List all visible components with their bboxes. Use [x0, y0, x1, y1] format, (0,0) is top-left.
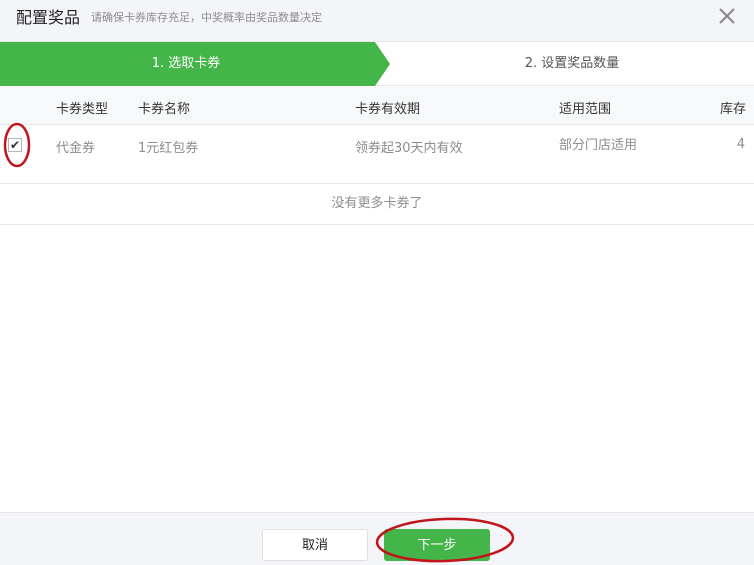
cell-stock: 4: [736, 137, 745, 152]
cancel-button[interactable]: 取消: [262, 529, 368, 561]
column-header-name: 卡券名称: [138, 102, 191, 117]
dialog-title: 配置奖品: [16, 8, 81, 27]
cell-validity: 领券起30天内有效: [355, 141, 463, 156]
dialog-subtitle: 请确保卡券库存充足，中奖概率由奖品数量决定: [91, 11, 322, 24]
step-select-coupon-label: 1. 选取卡券: [151, 56, 221, 71]
row-checkbox[interactable]: ✔: [8, 138, 22, 152]
dialog-header: 配置奖品 请确保卡券库存充足，中奖概率由奖品数量决定: [0, 0, 754, 42]
column-header-scope: 适用范围: [559, 102, 612, 117]
step-select-coupon: 1. 选取卡券: [0, 42, 390, 86]
column-header-validity: 卡券有效期: [355, 102, 421, 117]
no-more-coupons: 没有更多卡券了: [0, 184, 754, 225]
cell-name: 1元红包券: [138, 141, 199, 156]
next-step-button[interactable]: 下一步: [384, 529, 490, 561]
configure-prize-dialog: 配置奖品 请确保卡券库存充足，中奖概率由奖品数量决定 1. 选取卡券 2. 设置…: [0, 0, 754, 565]
table-row[interactable]: ✔ 代金券 1元红包券 领券起30天内有效 部分门店适用 4: [0, 125, 754, 184]
dialog-footer: 取消 下一步: [0, 512, 754, 565]
step-indicator: 1. 选取卡券 2. 设置奖品数量: [0, 42, 754, 86]
close-icon[interactable]: [716, 5, 738, 27]
cell-type: 代金券: [56, 141, 96, 156]
step-set-quantity: 2. 设置奖品数量: [524, 56, 620, 71]
cell-scope: 部分门店适用: [559, 138, 638, 153]
table-header: 卡券类型 卡券名称 卡券有效期 适用范围 库存: [0, 87, 754, 125]
column-header-type: 卡券类型: [56, 102, 109, 117]
column-header-stock: 库存: [719, 102, 746, 117]
checkmark-icon: ✔: [10, 138, 21, 152]
